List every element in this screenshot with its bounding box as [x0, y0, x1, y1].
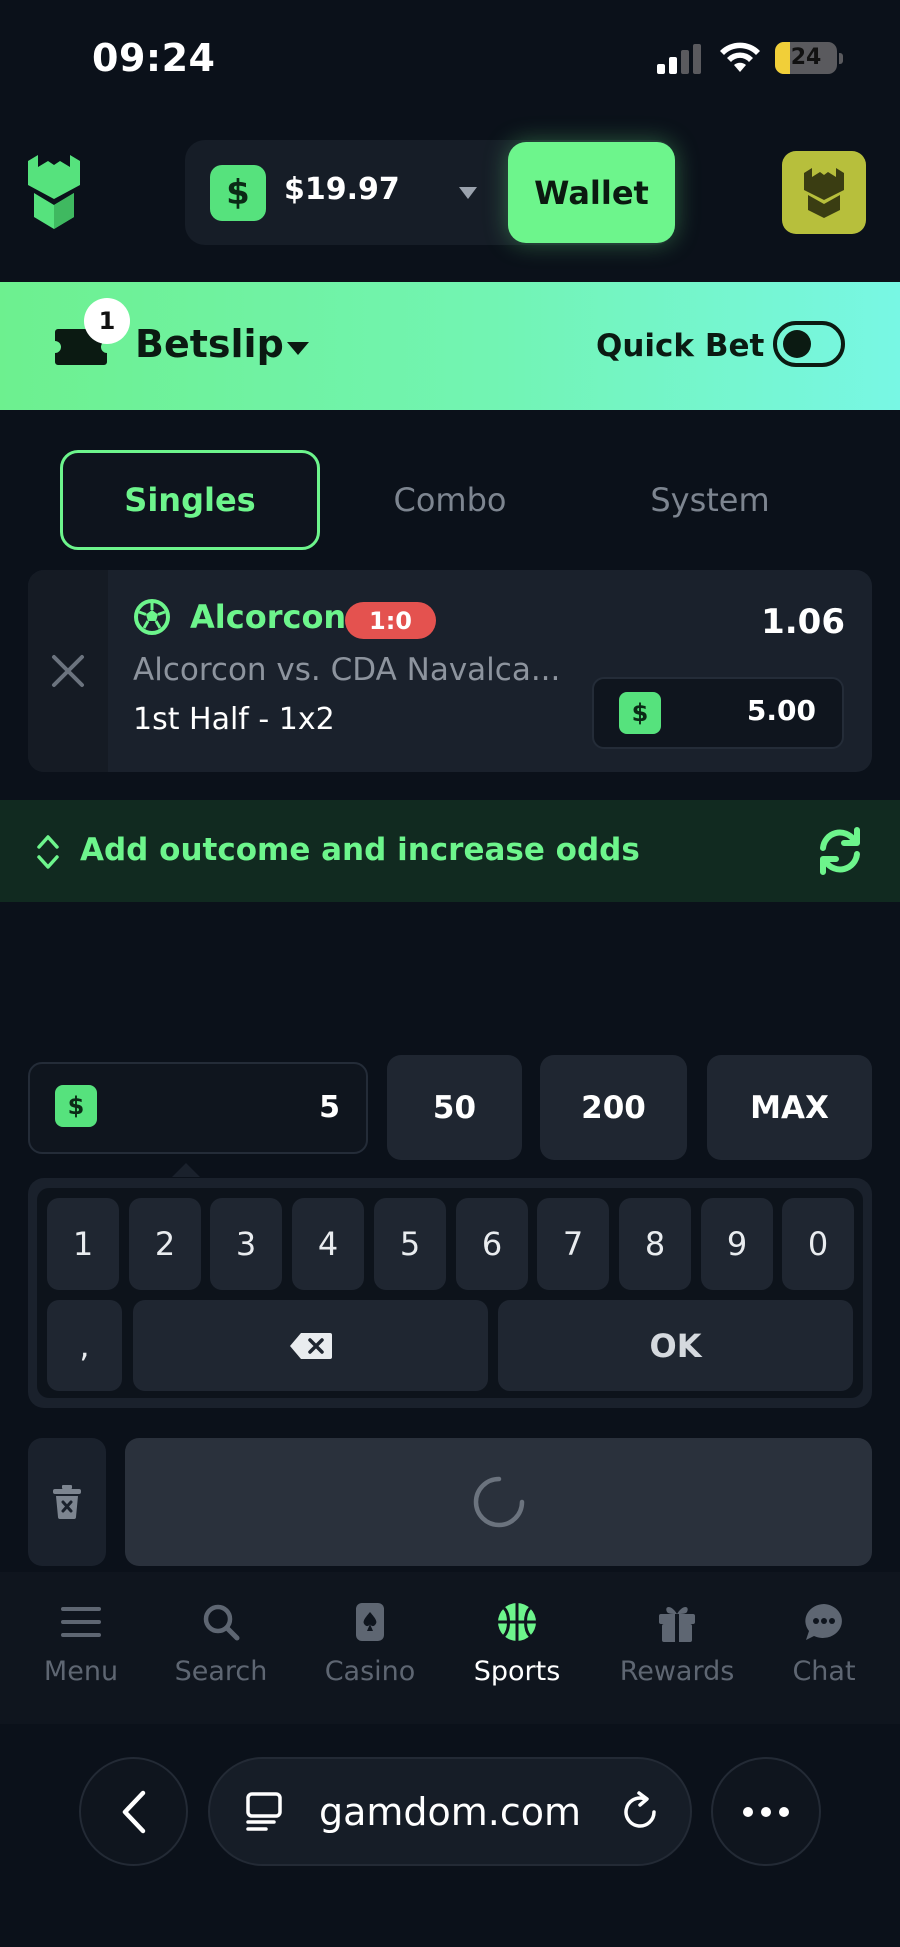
- chevron-down-icon[interactable]: [286, 340, 310, 356]
- browser-back-button[interactable]: [79, 1757, 188, 1866]
- quick-bet-toggle[interactable]: [773, 321, 845, 367]
- clear-betslip-button[interactable]: [28, 1438, 106, 1566]
- nav-rewards[interactable]: Rewards: [612, 1600, 742, 1687]
- wifi-icon: [720, 42, 760, 72]
- refresh-icon[interactable]: [815, 826, 865, 876]
- nav-label: Sports: [473, 1656, 561, 1687]
- nav-label: Chat: [792, 1656, 856, 1687]
- bet-match-name[interactable]: Alcorcon vs. CDA Navalca...: [133, 652, 560, 688]
- nav-casino[interactable]: Casino: [305, 1600, 435, 1687]
- search-icon: [203, 1604, 240, 1641]
- nav-chat[interactable]: Chat: [759, 1600, 889, 1687]
- key-comma[interactable]: ,: [47, 1300, 122, 1391]
- remove-bet-button[interactable]: [28, 570, 108, 772]
- betslip-count-badge: 1: [84, 298, 130, 344]
- quick-bet-label: Quick Bet: [596, 328, 765, 364]
- site-logo-icon[interactable]: [26, 155, 82, 229]
- key-9[interactable]: 9: [701, 1198, 773, 1290]
- battery-indicator: 24: [775, 42, 837, 74]
- page-menu-icon[interactable]: [244, 1791, 284, 1831]
- reload-icon[interactable]: [618, 1790, 662, 1834]
- tab-system[interactable]: System: [580, 450, 840, 550]
- bet-market: 1st Half - 1x2: [133, 702, 335, 737]
- bet-odds: 1.06: [761, 602, 845, 642]
- keypad-pointer: [172, 1163, 200, 1177]
- cellular-signal-icon: [657, 44, 701, 74]
- quick-amount-max[interactable]: MAX: [707, 1055, 872, 1160]
- more-horizontal-icon: [743, 1806, 789, 1817]
- casino-icon: [356, 1603, 384, 1641]
- bet-team-name[interactable]: Alcorcon: [190, 598, 346, 636]
- key-5[interactable]: 5: [374, 1198, 446, 1290]
- nav-menu[interactable]: Menu: [16, 1600, 146, 1687]
- toggle-knob: [783, 330, 811, 358]
- nav-label: Search: [174, 1656, 268, 1687]
- browser-more-button[interactable]: [711, 1757, 821, 1866]
- nav-search[interactable]: Search: [156, 1600, 286, 1687]
- amount-value: 5: [319, 1090, 340, 1125]
- loading-spinner-icon: [473, 1476, 524, 1528]
- quick-amount-50[interactable]: 50: [387, 1055, 522, 1160]
- key-0[interactable]: 0: [782, 1198, 854, 1290]
- nav-label: Menu: [43, 1656, 119, 1687]
- expand-updown-icon: [37, 835, 59, 869]
- key-6[interactable]: 6: [456, 1198, 528, 1290]
- key-ok[interactable]: OK: [498, 1300, 853, 1391]
- nav-label: Casino: [324, 1656, 416, 1687]
- avatar[interactable]: [782, 151, 866, 234]
- key-3[interactable]: 3: [210, 1198, 282, 1290]
- currency-dollar-icon: $: [619, 692, 661, 734]
- chat-icon: [805, 1604, 842, 1640]
- wallet-button[interactable]: Wallet: [508, 142, 675, 243]
- menu-icon: [61, 1607, 101, 1637]
- balance-amount: $19.97: [284, 172, 400, 207]
- key-backspace[interactable]: [133, 1300, 488, 1391]
- gift-icon: [659, 1607, 695, 1642]
- add-outcome-label[interactable]: Add outcome and increase odds: [80, 832, 640, 868]
- soccer-ball-icon: [134, 599, 170, 635]
- chevron-left-icon: [122, 1790, 145, 1833]
- close-icon: [52, 655, 84, 687]
- betslip-title[interactable]: Betslip: [135, 322, 284, 366]
- currency-dollar-icon: $: [55, 1085, 97, 1127]
- trash-icon: [53, 1485, 81, 1519]
- battery-tip: [839, 53, 843, 64]
- place-bet-button[interactable]: [125, 1438, 872, 1566]
- key-1[interactable]: 1: [47, 1198, 119, 1290]
- key-8[interactable]: 8: [619, 1198, 691, 1290]
- avatar-logo-icon: [804, 167, 844, 218]
- key-7[interactable]: 7: [537, 1198, 609, 1290]
- status-time: 09:24: [92, 36, 216, 80]
- quick-amount-200[interactable]: 200: [540, 1055, 687, 1160]
- key-2[interactable]: 2: [129, 1198, 201, 1290]
- currency-dollar-icon: $: [210, 165, 266, 221]
- nav-sports[interactable]: Sports: [452, 1600, 582, 1687]
- stake-value: 5.00: [746, 694, 816, 727]
- address-text[interactable]: gamdom.com: [300, 1790, 600, 1834]
- backspace-icon: [289, 1332, 332, 1359]
- tab-singles[interactable]: Singles: [60, 450, 320, 550]
- live-score-badge: 1:0: [345, 602, 436, 639]
- chevron-down-icon[interactable]: [458, 186, 478, 200]
- tab-combo[interactable]: Combo: [320, 450, 580, 550]
- nav-label: Rewards: [619, 1656, 735, 1687]
- key-4[interactable]: 4: [292, 1198, 364, 1290]
- sports-icon: [498, 1603, 536, 1641]
